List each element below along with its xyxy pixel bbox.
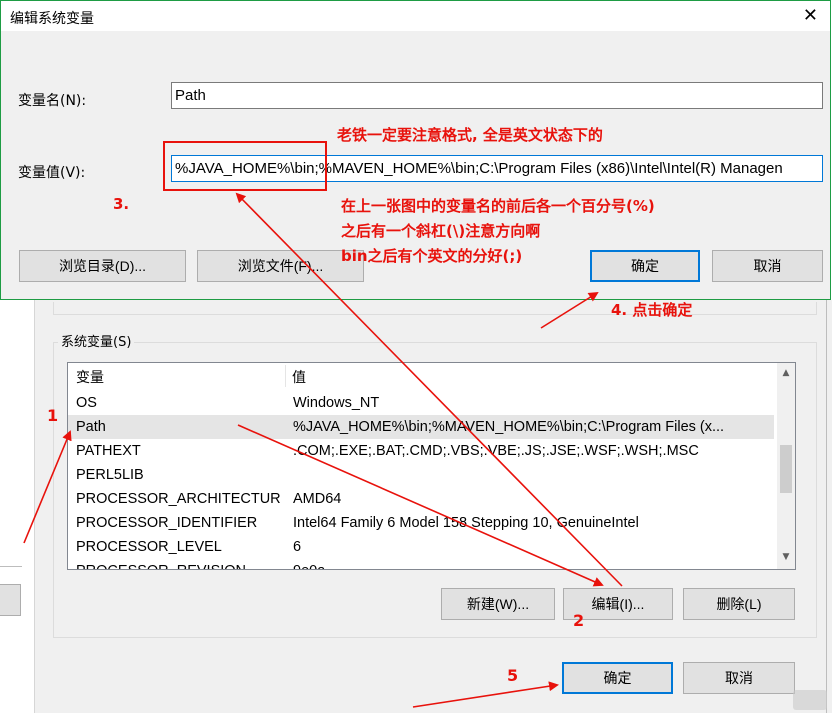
row-variable-value: Intel64 Family 6 Model 158 Stepping 10, … [293,515,639,531]
table-row[interactable]: PATHEXT .COM;.EXE;.BAT;.CMD;.VBS;.VBE;.J… [68,439,774,463]
new-variable-button[interactable]: 新建(W)... [441,588,555,620]
row-variable-name: PATHEXT [76,443,141,459]
dialog-title: 编辑系统变量 [10,11,94,27]
variable-value-label: 变量值(V): [18,165,86,181]
annotation-step-3: 3. [113,195,130,213]
delete-variable-button[interactable]: 删除(L) [683,588,795,620]
scroll-down-arrow-icon[interactable]: ▼ [777,549,795,566]
annotation-step-5: 5 [507,666,519,685]
row-variable-value: Windows_NT [293,395,380,411]
annotation-note-line2: 之后有一个斜杠(\)注意方向啊 [341,222,541,240]
table-row[interactable]: PROCESSOR_REVISION 9e0a [68,559,774,569]
highlight-box [163,141,327,191]
close-icon[interactable]: ✕ [803,5,818,26]
background-divider [0,566,22,567]
column-header-value[interactable]: 值 [284,363,306,389]
browse-directory-button[interactable]: 浏览目录(D)... [19,250,186,282]
dialog-cancel-button[interactable]: 取消 [712,250,823,282]
row-variable-name: PERL5LIB [76,467,144,483]
row-variable-name: PROCESSOR_IDENTIFIER [76,515,258,531]
window-right-edge [826,300,832,713]
dialog-ok-button[interactable]: 确定 [590,250,700,282]
row-variable-name: PROCESSOR_LEVEL [76,539,222,555]
annotation-format-note: 老铁一定要注意格式, 全是英文状态下的 [337,126,603,144]
main-cancel-button[interactable]: 取消 [683,662,795,694]
scroll-up-arrow-icon[interactable]: ▲ [777,365,795,382]
watermark-icon [793,690,827,710]
user-variables-group [53,302,817,315]
column-header-variable[interactable]: 变量 [68,363,104,389]
row-variable-value: 9e0a [293,559,771,569]
variable-name-input[interactable]: Path [171,82,823,109]
row-variable-value: %JAVA_HOME%\bin;%MAVEN_HOME%\bin;C:\Prog… [293,419,725,435]
list-scrollbar[interactable]: ▲ ▼ [777,363,795,569]
annotation-step-4: 4. 点击确定 [611,301,693,319]
variable-name-label: 变量名(N): [18,93,87,109]
row-variable-name: OS [76,395,97,411]
main-ok-button[interactable]: 确定 [562,662,673,694]
row-variable-name: PROCESSOR_ARCHITECTURE [76,491,281,507]
row-variable-value: AMD64 [293,491,342,507]
table-row[interactable]: PROCESSOR_LEVEL 6 [68,535,774,559]
background-partial-button[interactable] [0,584,21,616]
table-row-selected[interactable]: Path %JAVA_HOME%\bin;%MAVEN_HOME%\bin;C:… [68,415,774,439]
row-variable-value: 6 [293,539,302,555]
row-variable-value: .COM;.EXE;.BAT;.CMD;.VBS;.VBE;.JS;.JSE;.… [293,443,699,459]
annotation-note-line1: 在上一张图中的变量名的前后各一个百分号(%) [341,197,655,215]
table-row[interactable]: PERL5LIB [68,463,774,487]
row-variable-name: Path [76,419,106,435]
scroll-thumb[interactable] [780,445,792,493]
annotation-step-1: 1 [47,406,59,425]
list-header: 变量 值 [68,363,776,389]
system-variables-legend: 系统变量(S) [58,331,135,350]
table-row[interactable]: PROCESSOR_ARCHITECTURE AMD64 [68,487,774,511]
dialog-titlebar[interactable]: 编辑系统变量 ✕ [1,1,830,31]
browse-file-button[interactable]: 浏览文件(F)... [197,250,364,282]
table-row[interactable]: PROCESSOR_IDENTIFIER Intel64 Family 6 Mo… [68,511,774,535]
system-variables-list[interactable]: 变量 值 OS Windows_NT Path %JAVA_HOME%\bin;… [67,362,796,570]
annotation-step-2: 2 [573,611,585,630]
annotation-note-line3: bin之后有个英文的分好(;) [341,247,523,265]
background-window-left [0,300,22,713]
row-variable-name: PROCESSOR_REVISION [76,559,281,569]
table-row[interactable]: OS Windows_NT [68,391,774,415]
